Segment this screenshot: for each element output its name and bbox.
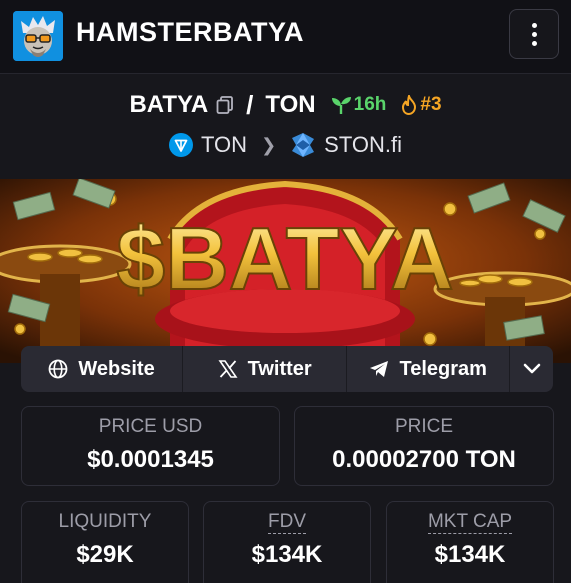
price-usd-value: $0.0001345: [87, 446, 214, 473]
pair-separator: /: [246, 89, 254, 120]
pair-age-text: 16h: [353, 94, 387, 115]
banner-text: $BATYA: [116, 209, 453, 308]
menu-dot-icon: [531, 40, 537, 46]
telegram-icon: [370, 361, 389, 377]
telegram-link-button[interactable]: Telegram: [347, 346, 511, 392]
more-menu-button[interactable]: [509, 9, 559, 59]
chevron-down-icon: [523, 363, 540, 374]
trending-rank: #3: [400, 94, 442, 116]
price-usd-label: PRICE USD: [98, 416, 203, 437]
liquidity-label: LIQUIDITY: [58, 511, 152, 532]
token-avatar: [13, 11, 63, 61]
fdv-card[interactable]: FDV $134K: [203, 501, 371, 583]
liquidity-value: $29K: [76, 541, 134, 568]
market-cap-card[interactable]: MKT CAP $134K: [386, 501, 554, 583]
more-links-button[interactable]: [510, 346, 553, 392]
twitter-link-button[interactable]: Twitter: [183, 346, 348, 392]
price-native-card: PRICE 0.00002700 TON: [294, 406, 554, 486]
telegram-link-label: Telegram: [399, 357, 487, 380]
liquidity-card: LIQUIDITY $29K: [21, 501, 189, 583]
fdv-value: $134K: [251, 541, 323, 568]
token-name-title: HAMSTERBATYA: [76, 17, 305, 47]
flame-icon: [402, 95, 417, 115]
globe-icon: [48, 359, 68, 379]
pair-header: BATYA / TON 16h #3: [0, 88, 571, 122]
copy-icon[interactable]: [216, 96, 234, 114]
fdv-label: FDV: [204, 511, 370, 534]
price-usd-card: PRICE USD $0.0001345: [21, 406, 280, 486]
market-cap-label: MKT CAP: [387, 511, 553, 534]
base-symbol: BATYA: [129, 91, 209, 118]
menu-dot-icon: [531, 22, 537, 28]
price-native-value: 0.00002700 TON: [332, 446, 516, 473]
ston-fi-logo-icon: [292, 133, 315, 157]
top-bar: HAMSTERBATYA: [0, 0, 571, 74]
seedling-icon: [331, 97, 351, 114]
pair-age: 16h: [330, 94, 387, 116]
ton-logo-icon: [169, 133, 194, 157]
chain-dex-breadcrumb: TON ❯ STON.fi: [0, 130, 571, 160]
market-cap-value: $134K: [434, 541, 506, 568]
trending-rank-text: #3: [420, 94, 442, 115]
price-native-label: PRICE: [394, 416, 454, 437]
x-logo-icon: [218, 360, 238, 378]
fdv-label-text: FDV: [268, 511, 306, 534]
banner-artwork: $BATYA: [0, 179, 571, 363]
social-links-bar: Website Twitter Telegram: [21, 346, 553, 392]
menu-dot-icon: [531, 31, 537, 37]
token-banner-image: $BATYA: [0, 179, 571, 363]
market-cap-label-text: MKT CAP: [427, 511, 513, 534]
website-link-button[interactable]: Website: [21, 346, 184, 392]
chevron-right-icon: ❯: [261, 134, 277, 155]
website-link-label: Website: [78, 357, 155, 380]
quote-symbol: TON: [265, 91, 316, 118]
chain-name[interactable]: TON: [201, 132, 247, 158]
twitter-link-label: Twitter: [247, 357, 312, 380]
dex-name[interactable]: STON.fi: [324, 132, 402, 158]
